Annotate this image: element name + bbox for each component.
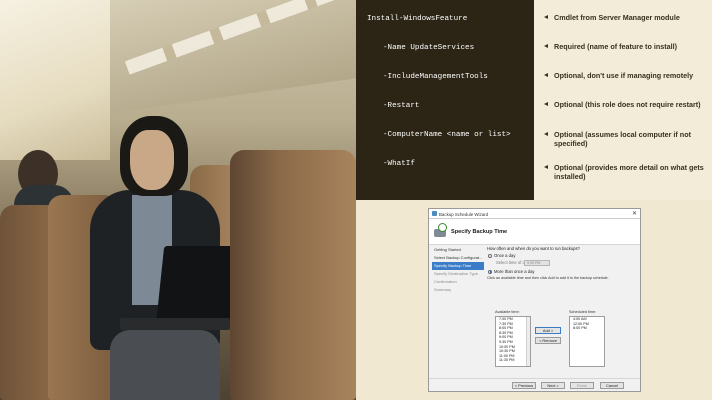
step-getting-started[interactable]: Getting Started: [432, 246, 484, 254]
note-text: Required (name of feature to install): [554, 42, 678, 51]
note-item: Optional, don't use if managing remotely: [544, 71, 708, 80]
code-line-cmdlet: Install-WindowsFeature: [367, 15, 468, 23]
window-title: Backup Schedule Wizard: [439, 211, 489, 217]
page-title: Specify Backup Time: [451, 229, 508, 235]
time-of-day-row: Select time of day: 9:00 PM: [487, 259, 637, 267]
note-text: Cmdlet from Server Manager module: [554, 13, 680, 22]
arrow-left-icon: [544, 102, 548, 106]
woman-legs: [110, 330, 220, 400]
code-line-whatif: -WhatIf: [383, 160, 415, 168]
step-specify-destination-type: Specify Destination Type: [434, 271, 478, 276]
finish-button: Finish: [570, 382, 594, 389]
available-time-list[interactable]: 7:00 PM 7:30 PM 8:00 PM 8:30 PM 9:00 PM 9:30 …: [495, 316, 531, 367]
wizard-header: Specify Backup Time: [429, 219, 640, 245]
cancel-button[interactable]: Cancel: [600, 382, 624, 389]
step-select-backup-configuration[interactable]: Select Backup Configurat...: [432, 254, 484, 262]
more-than-once-label: More than once a day: [494, 269, 535, 274]
close-icon[interactable]: ✕: [632, 210, 637, 217]
woman-face: [130, 130, 174, 190]
once-a-day-label: Once a day: [494, 253, 516, 258]
backup-schedule-wizard: Backup Schedule Wizard ✕ Specify Backup …: [428, 208, 641, 392]
more-than-once-option[interactable]: More than once a day: [487, 268, 637, 275]
time-option[interactable]: 8:00 PM: [570, 326, 604, 331]
step-specify-backup-time[interactable]: Specify Backup Time: [432, 262, 484, 270]
arrow-left-icon: [544, 73, 548, 77]
wizard-footer: < Previous Next > Finish Cancel: [429, 378, 640, 391]
note-item: Optional (provides more detail on what g…: [544, 163, 708, 181]
wizard-screenshot-area: Backup Schedule Wizard ✕ Specify Backup …: [356, 200, 712, 400]
scrollbar[interactable]: [526, 317, 530, 366]
laptop-screen: [155, 246, 239, 326]
note-item: Cmdlet from Server Manager module: [544, 13, 708, 22]
app-icon: [432, 211, 437, 216]
previous-button[interactable]: < Previous: [512, 382, 536, 389]
schedule-instructions: Click an available time and then click A…: [487, 276, 609, 280]
train-seat-foreground: [230, 150, 356, 400]
remove-button[interactable]: < Remove: [535, 337, 561, 344]
laptop-base: [120, 318, 230, 330]
frequency-question: How often and when do you want to run ba…: [487, 246, 580, 251]
code-line-name: -Name UpdateServices: [383, 44, 475, 52]
wizard-steps: Getting Started Select Backup Configurat…: [432, 246, 484, 294]
scheduled-time-list[interactable]: 4:00 AM 12:00 PM 8:00 PM: [569, 316, 605, 367]
arrow-left-icon: [544, 44, 548, 48]
step-confirmation: Confirmation: [434, 279, 457, 284]
powershell-code-panel: Install-WindowsFeature -Name UpdateServi…: [356, 0, 534, 200]
available-time-label: Available time:: [495, 310, 520, 314]
more-than-once-radio[interactable]: [488, 269, 492, 274]
arrow-left-icon: [544, 15, 548, 19]
scheduled-time-label: Scheduled time:: [569, 310, 597, 314]
arrow-left-icon: [544, 132, 548, 136]
note-item: Optional (assumes local computer if not …: [544, 130, 708, 148]
code-line-restart: -Restart: [383, 102, 420, 110]
step-summary: Summary: [434, 287, 452, 292]
note-text: Optional, don't use if managing remotely: [554, 71, 694, 80]
note-item: Required (name of feature to install): [544, 42, 708, 51]
arrow-left-icon: [544, 165, 548, 169]
time-of-day-select[interactable]: 9:00 PM: [524, 260, 550, 266]
code-line-computername: -ComputerName <name or list>: [383, 131, 511, 139]
code-line-include: -IncludeManagementTools: [383, 73, 488, 81]
window-titlebar: Backup Schedule Wizard ✕: [429, 209, 640, 219]
wizard-content: How often and when do you want to run ba…: [487, 246, 637, 280]
note-item: Optional (this role does not require res…: [544, 100, 708, 109]
backup-clock-icon: [432, 223, 448, 239]
note-text: Optional (provides more detail on what g…: [554, 163, 704, 181]
time-option[interactable]: 11:30 PM: [496, 358, 530, 363]
note-text: Optional (this role does not require res…: [554, 100, 701, 109]
once-a-day-option[interactable]: Once a day: [487, 252, 637, 259]
once-a-day-radio[interactable]: [488, 253, 492, 258]
next-button[interactable]: Next >: [541, 382, 565, 389]
train-photo: [0, 0, 356, 400]
parameter-notes-panel: Cmdlet from Server Manager module Requir…: [534, 0, 712, 200]
train-window: [0, 0, 110, 160]
note-text: Optional (assumes local computer if not …: [554, 130, 691, 148]
add-button[interactable]: Add >: [535, 327, 561, 334]
